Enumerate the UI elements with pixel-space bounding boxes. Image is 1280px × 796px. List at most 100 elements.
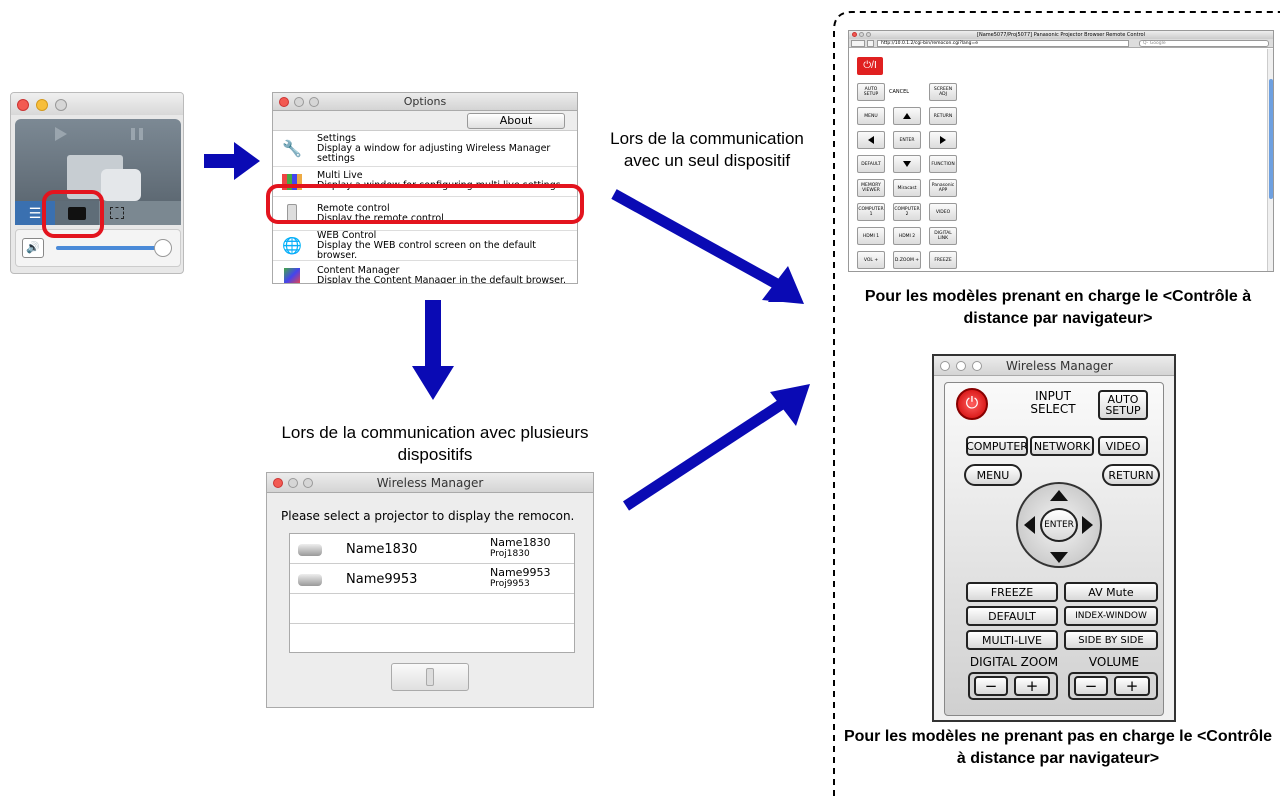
minimize-button[interactable] (859, 32, 864, 37)
resize-icon[interactable] (135, 201, 181, 225)
zoom-button[interactable] (303, 478, 313, 488)
speaker-icon[interactable]: 🔊 (22, 238, 44, 258)
side-by-side-button[interactable]: SIDE BY SIDE (1064, 630, 1158, 650)
select-titlebar: Wireless Manager (267, 473, 593, 493)
av-mute-button[interactable]: AV Mute (1064, 582, 1158, 602)
down-button[interactable] (893, 155, 921, 173)
volume-slider-knob[interactable] (154, 239, 172, 257)
wireless-manager-panel: ☰ 🔊 (10, 92, 184, 274)
back-icon[interactable] (851, 40, 865, 47)
enter-button[interactable]: ENTER (893, 131, 921, 149)
remote-titlebar: Wireless Manager (934, 356, 1174, 376)
screen-adj-button[interactable]: SCREEN ADJ (929, 83, 957, 101)
video-button[interactable]: VIDEO (929, 203, 957, 221)
computer1-button[interactable]: COMPUTER 1 (857, 203, 885, 221)
projector-icon (298, 574, 322, 586)
close-button[interactable] (940, 361, 950, 371)
close-button[interactable] (279, 97, 289, 107)
zoom-button[interactable] (972, 361, 982, 371)
select-area-icon[interactable] (99, 201, 135, 225)
volume-minus-button[interactable]: − (1074, 676, 1108, 696)
projector-row[interactable]: Name9953 Name9953 Proj9953 (290, 564, 574, 594)
projector-icon (298, 544, 322, 556)
digital-zoom-label: DIGITAL ZOOM (969, 655, 1059, 669)
index-window-button[interactable]: INDEX-WINDOW (1064, 606, 1158, 626)
display-remote-button[interactable] (391, 663, 469, 691)
digital-link-button[interactable]: DIGITAL LINK (929, 227, 957, 245)
zoom-button[interactable] (866, 32, 871, 37)
function-button[interactable]: FUNCTION (929, 155, 957, 173)
arrow-down-icon[interactable] (1050, 552, 1068, 563)
computer2-button[interactable]: COMPUTER 2 (893, 203, 921, 221)
projector-detail-proj: Proj9953 (490, 579, 530, 589)
hdmi1-button[interactable]: HDMI 1 (857, 227, 885, 245)
globe-icon: 🌐 (282, 235, 302, 255)
arrow-left-icon (868, 136, 874, 144)
projector-row[interactable]: Name1830 Name1830 Proj1830 (290, 534, 574, 564)
minimize-button[interactable] (36, 99, 48, 111)
url-field[interactable]: http://10.0.1.2/cgi-bin/remocon.cgi?lang… (877, 40, 1129, 47)
add-tab-icon[interactable] (867, 40, 874, 47)
zoom-button[interactable] (55, 99, 67, 111)
minimize-button[interactable] (956, 361, 966, 371)
select-title: Wireless Manager (376, 476, 484, 490)
vol-plus-button[interactable]: VOL + (857, 251, 885, 269)
search-field[interactable]: Q- Google (1139, 40, 1269, 47)
arrow-diagonal-down (611, 189, 804, 304)
volume-plus-button[interactable]: + (1114, 676, 1150, 696)
freeze-button[interactable]: FREEZE (929, 251, 957, 269)
label-browser-not-supported: Pour les modèles ne prenant pas en charg… (843, 728, 1273, 767)
return-button[interactable]: RETURN (1102, 464, 1160, 486)
select-projector-window: Wireless Manager Please select a project… (266, 472, 594, 708)
projector-list[interactable]: Name1830 Name1830 Proj1830 Name9953 Name… (289, 533, 575, 653)
zoom-button[interactable] (309, 97, 319, 107)
option-settings[interactable]: 🔧 Settings Display a window for adjusting… (273, 131, 577, 167)
volume-slider[interactable] (56, 246, 160, 250)
auto-setup-button[interactable]: AUTO SETUP (1098, 390, 1148, 420)
network-button[interactable]: NETWORK (1030, 436, 1094, 456)
close-button[interactable] (17, 99, 29, 111)
enter-button[interactable]: ENTER (1040, 508, 1078, 542)
remote-icon (426, 668, 434, 686)
miracast-button[interactable]: Miracast (893, 179, 921, 197)
minimize-button[interactable] (294, 97, 304, 107)
arrow-left-icon[interactable] (1024, 516, 1035, 534)
multi-live-button[interactable]: MULTI-LIVE (966, 630, 1058, 650)
scrollbar[interactable] (1267, 49, 1273, 271)
menu-button[interactable]: MENU (857, 107, 885, 125)
memory-viewer-button[interactable]: MEMORY VIEWER (857, 179, 885, 197)
zoom-minus-button[interactable]: − (974, 676, 1008, 696)
option-title: Settings (317, 132, 356, 144)
return-button[interactable]: RETURN (929, 107, 957, 125)
menu-button[interactable]: MENU (964, 464, 1022, 486)
arrow-right-icon[interactable] (1082, 516, 1093, 534)
content-manager-icon (281, 265, 303, 283)
play-icon[interactable] (55, 127, 67, 141)
about-button[interactable]: About (467, 113, 565, 129)
option-web-control[interactable]: 🌐 WEB Control Display the WEB control scr… (273, 230, 577, 261)
left-button[interactable] (857, 131, 885, 149)
minimize-button[interactable] (288, 478, 298, 488)
auto-setup-button[interactable]: AUTO SETUP (857, 83, 885, 101)
volume-label: VOLUME (1088, 655, 1140, 669)
up-button[interactable] (893, 107, 921, 125)
zoom-plus-button[interactable]: + (1014, 676, 1050, 696)
hdmi2-button[interactable]: HDMI 2 (893, 227, 921, 245)
default-button[interactable]: DEFAULT (966, 606, 1058, 626)
power-icon[interactable]: ⏻ (956, 388, 988, 420)
option-content-manager[interactable]: Content Manager Display the Content Manag… (273, 261, 577, 283)
computer-button[interactable]: COMPUTER (966, 436, 1028, 456)
close-button[interactable] (273, 478, 283, 488)
arrow-up-icon[interactable] (1050, 490, 1068, 501)
top-text-fragment (0, 0, 830, 12)
right-button[interactable] (929, 131, 957, 149)
default-button[interactable]: DEFAULT (857, 155, 885, 173)
pause-icon[interactable] (131, 128, 143, 140)
video-button[interactable]: VIDEO (1098, 436, 1148, 456)
close-button[interactable] (852, 32, 857, 37)
power-button[interactable]: ⏻/I (857, 57, 883, 75)
panasonic-app-button[interactable]: Panasonic APP (929, 179, 957, 197)
freeze-button[interactable]: FREEZE (966, 582, 1058, 602)
cancel-button[interactable]: CANCEL (889, 89, 909, 95)
dzoom-plus-button[interactable]: D.ZOOM + (893, 251, 921, 269)
